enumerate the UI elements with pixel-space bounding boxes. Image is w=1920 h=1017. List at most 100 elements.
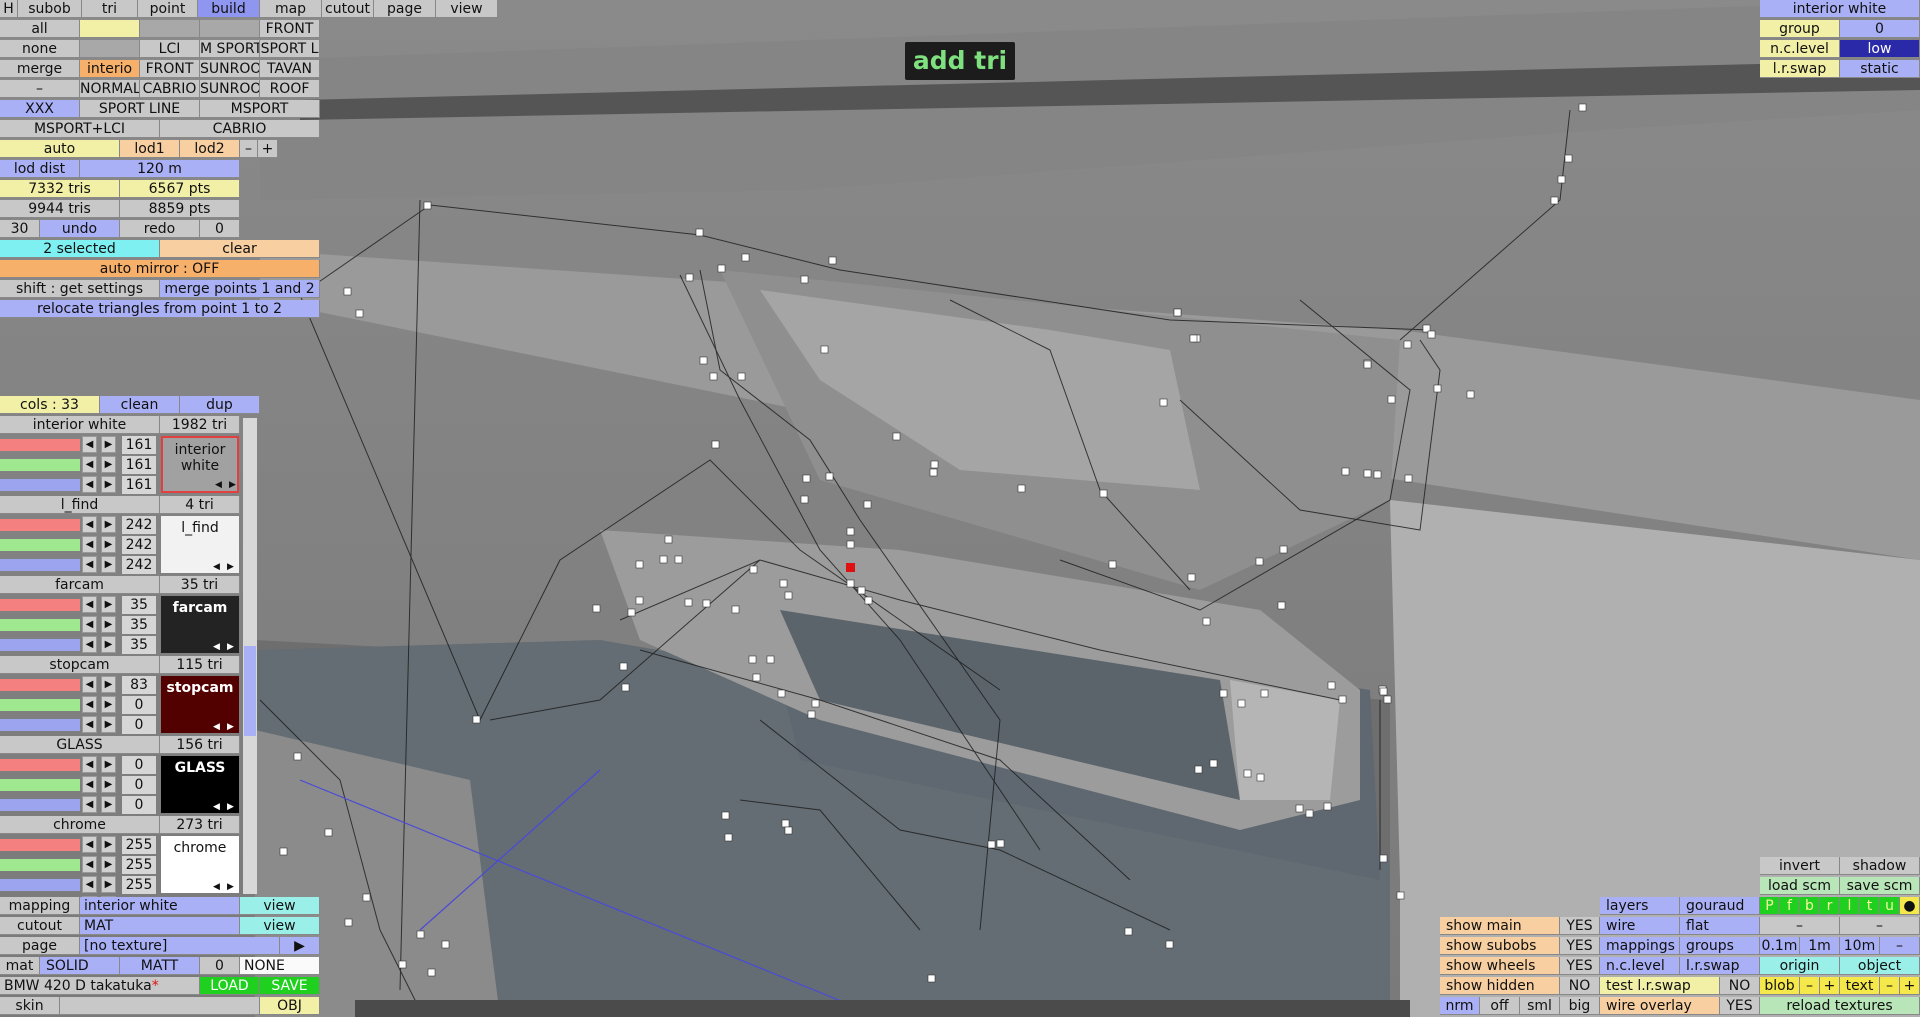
channel-value-r[interactable]: 83 bbox=[122, 676, 156, 694]
auto-mirror-toggle[interactable]: auto mirror : OFF bbox=[0, 260, 320, 278]
layer-toggle-l[interactable]: l bbox=[1840, 897, 1860, 915]
wire-overlay-toggle[interactable]: YES bbox=[1720, 997, 1760, 1015]
channel-decrease-icon[interactable]: ◀ bbox=[82, 676, 97, 693]
channel-increase-icon[interactable]: ▶ bbox=[101, 676, 116, 693]
channel-slider-g[interactable] bbox=[0, 779, 80, 791]
channel-slider-b[interactable] bbox=[0, 799, 80, 811]
tab-h[interactable]: H bbox=[0, 0, 18, 18]
show-main-toggle[interactable]: YES bbox=[1560, 917, 1600, 935]
channel-value-r[interactable]: 255 bbox=[122, 836, 156, 854]
channel-slider-r[interactable] bbox=[0, 599, 80, 611]
channel-increase-icon[interactable]: ▶ bbox=[101, 716, 116, 733]
channel-decrease-icon[interactable]: ◀ bbox=[82, 756, 97, 773]
material-preview[interactable]: farcam ◀ ▶ bbox=[161, 596, 239, 653]
channel-increase-icon[interactable]: ▶ bbox=[101, 556, 116, 573]
preview-next-icon[interactable]: ▶ bbox=[227, 642, 234, 652]
redo-button[interactable]: redo bbox=[120, 220, 200, 238]
channel-slider-g[interactable] bbox=[0, 859, 80, 871]
channel-decrease-icon[interactable]: ◀ bbox=[82, 876, 97, 893]
mapping-value[interactable]: interior white bbox=[80, 897, 240, 915]
channel-increase-icon[interactable]: ▶ bbox=[101, 596, 116, 613]
channel-increase-icon[interactable]: ▶ bbox=[101, 876, 116, 893]
channel-value-r[interactable]: 0 bbox=[122, 756, 156, 774]
channel-increase-icon[interactable]: ▶ bbox=[101, 836, 116, 853]
filter-tavan[interactable]: TAVAN bbox=[260, 60, 320, 78]
channel-increase-icon[interactable]: ▶ bbox=[101, 476, 116, 493]
material-name[interactable]: interior white bbox=[0, 416, 160, 434]
channel-increase-icon[interactable]: ▶ bbox=[101, 436, 116, 453]
material-name[interactable]: farcam bbox=[0, 576, 160, 594]
select-all-button[interactable]: all bbox=[0, 20, 80, 38]
layer-toggle-r[interactable]: r bbox=[1820, 897, 1840, 915]
preview-next-icon[interactable]: ▶ bbox=[227, 562, 234, 572]
show-wheels-toggle[interactable]: YES bbox=[1560, 957, 1600, 975]
material-preview[interactable]: interior white ◀ ▶ bbox=[161, 436, 239, 493]
filter-sport-line[interactable]: SPORT LINE bbox=[80, 100, 200, 118]
undo-button[interactable]: undo bbox=[40, 220, 120, 238]
channel-value-b[interactable]: 0 bbox=[122, 716, 156, 734]
lod-decrease-button[interactable]: – bbox=[240, 140, 258, 158]
channel-decrease-icon[interactable]: ◀ bbox=[82, 596, 97, 613]
lod1-button[interactable]: lod1 bbox=[120, 140, 180, 158]
filter-sunroof[interactable]: SUNROOF bbox=[200, 60, 260, 78]
tab-page[interactable]: page bbox=[374, 0, 436, 18]
channel-slider-g[interactable] bbox=[0, 699, 80, 711]
merge-points-button[interactable]: merge points 1 and 2 bbox=[160, 280, 320, 298]
relocate-triangles-button[interactable]: relocate triangles from point 1 to 2 bbox=[0, 300, 320, 318]
preview-next-icon[interactable]: ▶ bbox=[229, 480, 236, 490]
nclevel-button[interactable]: n.c.level bbox=[1600, 957, 1680, 975]
channel-increase-icon[interactable]: ▶ bbox=[101, 616, 116, 633]
channel-decrease-icon[interactable]: ◀ bbox=[82, 516, 97, 533]
material-name[interactable]: stopcam bbox=[0, 656, 160, 674]
channel-value-b[interactable]: 242 bbox=[122, 556, 156, 574]
gouraud-button[interactable]: gouraud bbox=[1680, 897, 1760, 915]
merge-button[interactable]: merge bbox=[0, 60, 80, 78]
channel-value-g[interactable]: 255 bbox=[122, 856, 156, 874]
minus-button[interactable]: – bbox=[0, 80, 80, 98]
grid-1m-button[interactable]: 1m bbox=[1800, 937, 1840, 955]
preview-prev-icon[interactable]: ◀ bbox=[213, 642, 220, 652]
reload-textures-button[interactable]: reload textures bbox=[1760, 997, 1920, 1015]
channel-value-r[interactable]: 242 bbox=[122, 516, 156, 534]
normal-size-sml[interactable]: sml bbox=[1520, 997, 1560, 1015]
blob-plus-button[interactable]: + bbox=[1820, 977, 1840, 995]
3d-viewport[interactable] bbox=[0, 0, 1920, 1017]
channel-slider-b[interactable] bbox=[0, 479, 80, 491]
channel-decrease-icon[interactable]: ◀ bbox=[82, 536, 97, 553]
channel-increase-icon[interactable]: ▶ bbox=[101, 696, 116, 713]
preview-prev-icon[interactable]: ◀ bbox=[213, 722, 220, 732]
channel-slider-r[interactable] bbox=[0, 759, 80, 771]
layer-toggle-u[interactable]: u bbox=[1880, 897, 1900, 915]
lod-increase-button[interactable]: + bbox=[258, 140, 278, 158]
filter-normall[interactable]: NORMALL bbox=[80, 80, 140, 98]
group-value[interactable]: 0 bbox=[1840, 20, 1920, 38]
filter-roof[interactable]: ROOF bbox=[260, 80, 320, 98]
preview-next-icon[interactable]: ▶ bbox=[227, 722, 234, 732]
layer-dot-icon[interactable]: ● bbox=[1900, 897, 1920, 915]
filter-cabrio-2[interactable]: CABRIO bbox=[160, 120, 320, 138]
material-preview[interactable]: l_find ◀ ▶ bbox=[161, 516, 239, 573]
material-name[interactable]: chrome bbox=[0, 816, 160, 834]
save-button[interactable]: SAVE bbox=[260, 977, 320, 995]
clear-selection-button[interactable]: clear bbox=[160, 240, 320, 258]
matt-toggle[interactable]: MATT bbox=[120, 957, 200, 975]
preview-prev-icon[interactable]: ◀ bbox=[213, 882, 220, 892]
material-preview[interactable]: chrome ◀ ▶ bbox=[161, 836, 239, 893]
channel-value-g[interactable]: 161 bbox=[122, 456, 156, 474]
tab-build[interactable]: build bbox=[198, 0, 260, 18]
filter-interio[interactable]: interio bbox=[80, 60, 140, 78]
object-button[interactable]: object bbox=[1840, 957, 1920, 975]
normal-size-off[interactable]: off bbox=[1480, 997, 1520, 1015]
channel-decrease-icon[interactable]: ◀ bbox=[82, 836, 97, 853]
invert-button[interactable]: invert bbox=[1760, 857, 1840, 875]
show-hidden-toggle[interactable]: NO bbox=[1560, 977, 1600, 995]
origin-button[interactable]: origin bbox=[1760, 957, 1840, 975]
lod2-button[interactable]: lod2 bbox=[180, 140, 240, 158]
channel-slider-g[interactable] bbox=[0, 459, 80, 471]
material-name[interactable]: GLASS bbox=[0, 736, 160, 754]
normal-size-big[interactable]: big bbox=[1560, 997, 1600, 1015]
grid-10m-button[interactable]: 10m bbox=[1840, 937, 1880, 955]
blob-minus-button[interactable]: – bbox=[1800, 977, 1820, 995]
channel-increase-icon[interactable]: ▶ bbox=[101, 536, 116, 553]
filter-front-2[interactable]: FRONT bbox=[140, 60, 200, 78]
